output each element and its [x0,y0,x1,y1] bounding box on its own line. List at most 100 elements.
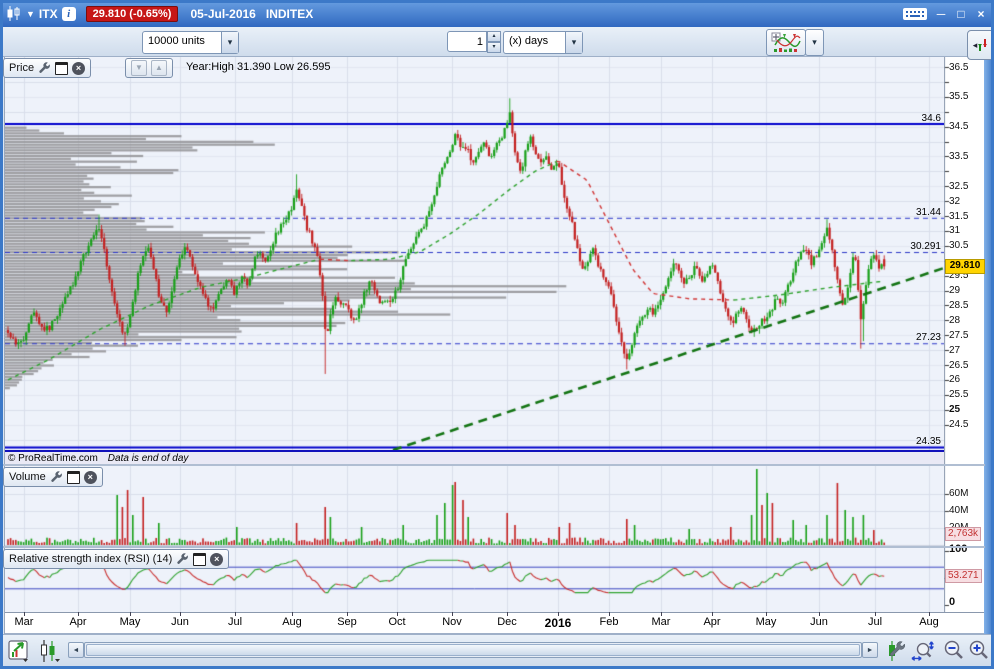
price-change-badge: 29.810 (-0.65%) [86,6,179,22]
app-window: ▼ ITX i 29.810 (-0.65%) 05-Jul-2016 INDI… [0,0,994,669]
price-axis-label: 27 [949,345,960,356]
month-label: Nov [432,616,472,628]
stepper-up-icon[interactable]: ▴ [487,31,501,42]
close-pane-icon[interactable]: × [72,62,85,75]
wrench-icon[interactable] [38,62,51,75]
pane-splitter[interactable] [3,546,985,548]
price-axis-label: 24.5 [949,419,968,430]
timeframe-select[interactable]: (x) days ▾ [503,31,583,54]
level-line-label: 30.291 [850,241,941,252]
price-axis-label: 28 [949,315,960,326]
price-pane-arrows: ▼ ▲ [125,58,173,78]
month-tick [929,612,930,616]
chevron-down-icon[interactable]: ▾ [565,32,582,53]
chevron-left-icon: ◂ [973,40,978,51]
close-pane-icon[interactable]: × [210,553,223,566]
price-axis-label: 31.5 [949,211,968,222]
data-note: Data is end of day [108,453,189,464]
price-axis-label: 26 [949,374,960,385]
move-pane-down-button[interactable]: ▼ [131,60,147,76]
keyboard-icon[interactable] [902,6,928,22]
chart-settings-button[interactable] [883,639,909,663]
month-tick [397,612,398,616]
price-axis-label: 25 [949,404,960,415]
wrench-icon[interactable] [50,471,63,484]
price-axis-label: 30.5 [949,240,968,251]
units-select-value: 10000 units [143,32,221,53]
export-chart-button[interactable] [6,639,32,663]
month-label: Apr [692,616,732,628]
month-tick [24,612,25,616]
chart-type-button[interactable] [766,29,806,56]
price-axis-label: 27.5 [949,330,968,341]
month-tick [180,612,181,616]
month-tick [875,612,876,616]
month-label: May [110,616,150,628]
detach-window-icon[interactable] [67,471,80,484]
bar-count-input[interactable] [447,31,487,52]
detach-window-icon[interactable] [193,553,206,566]
year-high-low: Year:High 31.390 Low 26.595 [186,61,331,73]
month-tick [712,612,713,616]
zoom-out-icon [942,639,966,663]
price-axis-label: 31 [949,225,960,236]
month-tick [558,612,559,616]
price-axis-label: 34.5 [949,121,968,132]
month-label: Sep [327,616,367,628]
zoom-in-icon [967,639,991,663]
minimize-button[interactable]: ─ [934,7,948,21]
timeframe-select-value: (x) days [504,32,565,53]
expand-side-panel-tab[interactable]: ◂ [967,30,994,60]
maximize-button[interactable]: □ [954,7,968,21]
time-scrollbar[interactable] [84,642,862,658]
stepper-down-icon[interactable]: ▾ [487,42,501,53]
bar-count-stepper[interactable]: ▴ ▾ [487,31,501,52]
price-axis-label: 32.5 [949,181,968,192]
month-label: Jul [855,616,895,628]
info-button[interactable]: i [62,7,76,21]
month-label: 2016 [538,616,578,630]
price-chart-canvas[interactable] [5,57,944,450]
scroll-left-button[interactable]: ◄ [68,642,84,658]
price-axis-label: 25.5 [949,389,968,400]
move-pane-up-button[interactable]: ▲ [151,60,167,76]
month-label: Dec [487,616,527,628]
month-label: Feb [589,616,629,628]
close-pane-icon[interactable]: × [84,471,97,484]
month-label: Apr [58,616,98,628]
zoom-in-button[interactable] [966,639,992,663]
wrench-icon[interactable] [176,553,189,566]
month-tick [819,612,820,616]
current-volume-tag: 2,763k [945,527,981,541]
detach-window-icon[interactable] [55,62,68,75]
symbol-label: ITX [39,7,58,21]
month-tick [609,612,610,616]
chevron-down-icon: ▾ [812,37,817,48]
zoom-out-button[interactable] [941,639,967,663]
scroll-left-icon: ◄ [73,647,80,654]
month-label: Jun [160,616,200,628]
price-axis-label: 35.5 [949,91,968,102]
volume-chart-canvas[interactable] [5,466,944,546]
price-pane-header: Price × [3,58,91,78]
scrollbar-thumb[interactable] [86,644,860,656]
chevron-down-icon[interactable]: ▾ [221,32,238,53]
chart-style-button[interactable] [36,639,62,663]
price-pane-title: Price [9,62,34,74]
chart-type-dropdown[interactable]: ▾ [805,29,824,56]
zoom-select-button[interactable] [911,639,937,663]
candlesticks-icon [37,639,61,663]
volume-pane-title: Volume [9,471,46,483]
pane-splitter[interactable] [3,464,985,466]
close-button[interactable]: × [974,7,988,21]
copyright-text: © ProRealTime.com [8,453,98,464]
units-select[interactable]: 10000 units ▾ [142,31,239,54]
title-bar: ▼ ITX i 29.810 (-0.65%) 05-Jul-2016 INDI… [0,0,994,27]
symbol-dropdown[interactable]: ▼ [26,9,35,19]
rsi-pane-title: Relative strength index (RSI) (14) [9,553,172,565]
level-line-label: 31.44 [850,207,941,218]
quote-date: 05-Jul-2016 [190,7,255,21]
scroll-right-button[interactable]: ► [862,642,878,658]
month-label: Aug [272,616,312,628]
month-tick [507,612,508,616]
